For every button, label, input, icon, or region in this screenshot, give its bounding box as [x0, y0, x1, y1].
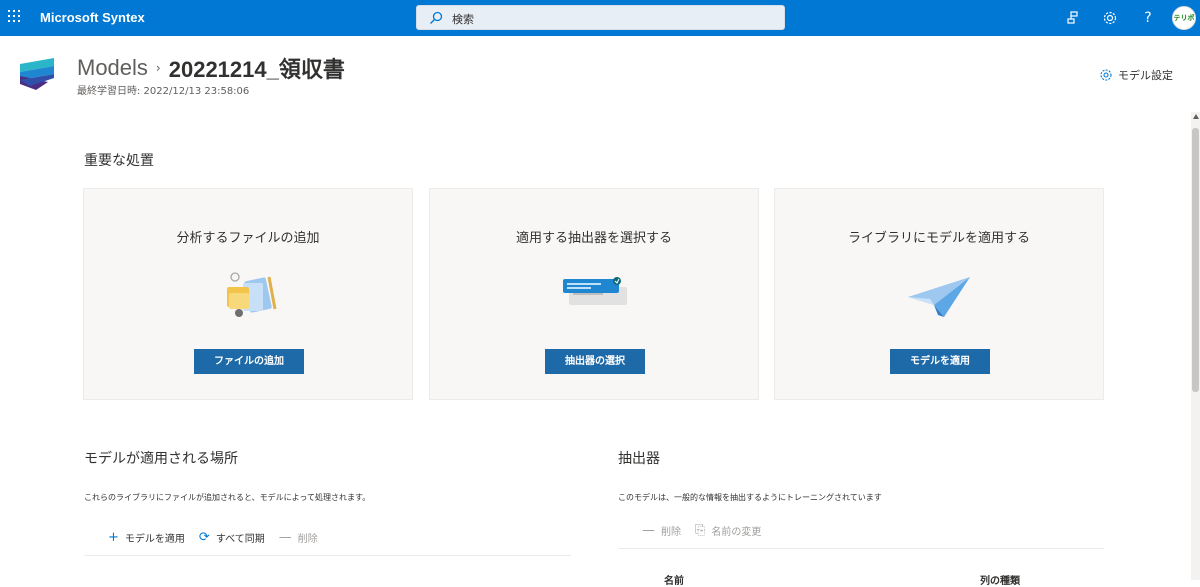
breadcrumb-models-link[interactable]: Models: [77, 55, 148, 81]
delete-command-label: 削除: [297, 534, 318, 545]
minus-icon: —: [642, 523, 655, 538]
settings-gear-icon[interactable]: [1101, 9, 1119, 27]
delete-command[interactable]: — 削除: [279, 530, 318, 545]
card-title: 分析するファイルの追加: [176, 231, 320, 246]
apply-model-card: ライブラリにモデルを適用する モデルを適用: [774, 188, 1104, 400]
chevron-right-icon: ›: [155, 61, 161, 75]
search-icon: [430, 11, 443, 24]
divider: [84, 555, 571, 556]
app-name[interactable]: Microsoft Syntex: [40, 10, 145, 25]
page-title: 20221214_領収書: [168, 57, 345, 82]
search-input[interactable]: 検索: [416, 5, 785, 30]
divider: [618, 548, 1104, 549]
rename-command-label: 名前の変更: [711, 527, 762, 538]
share-icon[interactable]: [1064, 9, 1082, 27]
apply-model-command[interactable]: + モデルを適用: [108, 530, 185, 545]
plus-icon: +: [108, 530, 119, 545]
apply-model-command-label: モデルを適用: [124, 534, 185, 545]
scroll-up-arrow-icon[interactable]: [1193, 114, 1199, 119]
select-extractor-button[interactable]: 抽出器の選択: [545, 349, 645, 374]
applied-locations-description: これらのライブラリにファイルが追加されると、モデルによって処理されます。: [84, 493, 371, 502]
minus-icon: —: [278, 530, 292, 545]
applied-locations-title: モデルが適用される場所: [84, 451, 238, 467]
help-icon[interactable]: ?: [1139, 9, 1157, 27]
apply-model-button[interactable]: モデルを適用: [890, 349, 990, 374]
extractors-title: 抽出器: [618, 451, 660, 467]
rename-icon: ⎘: [695, 523, 706, 538]
model-settings-label: モデル設定: [1118, 69, 1173, 82]
card-title: 適用する抽出器を選択する: [515, 231, 672, 246]
search-placeholder: 検索: [452, 13, 474, 26]
avatar[interactable]: テリポ: [1172, 6, 1196, 30]
extractor-delete-command[interactable]: — 削除: [642, 523, 681, 538]
breadcrumb: Models › 20221214_領収書: [77, 52, 345, 84]
scrollbar-thumb[interactable]: [1192, 128, 1199, 392]
extractors-description: このモデルは、一般的な情報を抽出するようにトレーニングされています: [618, 493, 882, 502]
applied-locations-command-bar: + モデルを適用 ⟳ すべて同期 — 削除: [108, 530, 332, 545]
add-files-button[interactable]: ファイルの追加: [194, 349, 304, 374]
sync-all-command[interactable]: ⟳ すべて同期: [199, 530, 265, 545]
suite-bar: Microsoft Syntex 検索 ? テリポ: [0, 0, 1200, 36]
important-actions-title: 重要な処置: [84, 153, 154, 169]
extractor-illustration-icon: [563, 277, 627, 305]
sync-icon: ⟳: [198, 530, 210, 545]
extractors-command-bar: — 削除 ⎘ 名前の変更: [642, 523, 775, 538]
extractor-delete-label: 削除: [661, 527, 681, 538]
card-title: ライブラリにモデルを適用する: [847, 231, 1030, 246]
files-illustration-icon: [227, 272, 277, 317]
sync-all-command-label: すべて同期: [215, 534, 265, 545]
gear-icon: [1100, 69, 1112, 81]
rename-command[interactable]: ⎘ 名前の変更: [695, 523, 761, 538]
syntex-logo-icon: [20, 58, 54, 90]
model-settings-button[interactable]: モデル設定: [1099, 67, 1173, 83]
last-trained-text: 最終学習日時: 2022/12/13 23:58:06: [77, 86, 250, 97]
paper-plane-illustration-icon: [908, 277, 970, 317]
select-extractor-card: 適用する抽出器を選択する 抽出器の選択: [429, 188, 759, 400]
app-launcher-icon[interactable]: [8, 10, 22, 24]
add-files-card: 分析するファイルの追加 ファイルの追加: [83, 188, 413, 400]
